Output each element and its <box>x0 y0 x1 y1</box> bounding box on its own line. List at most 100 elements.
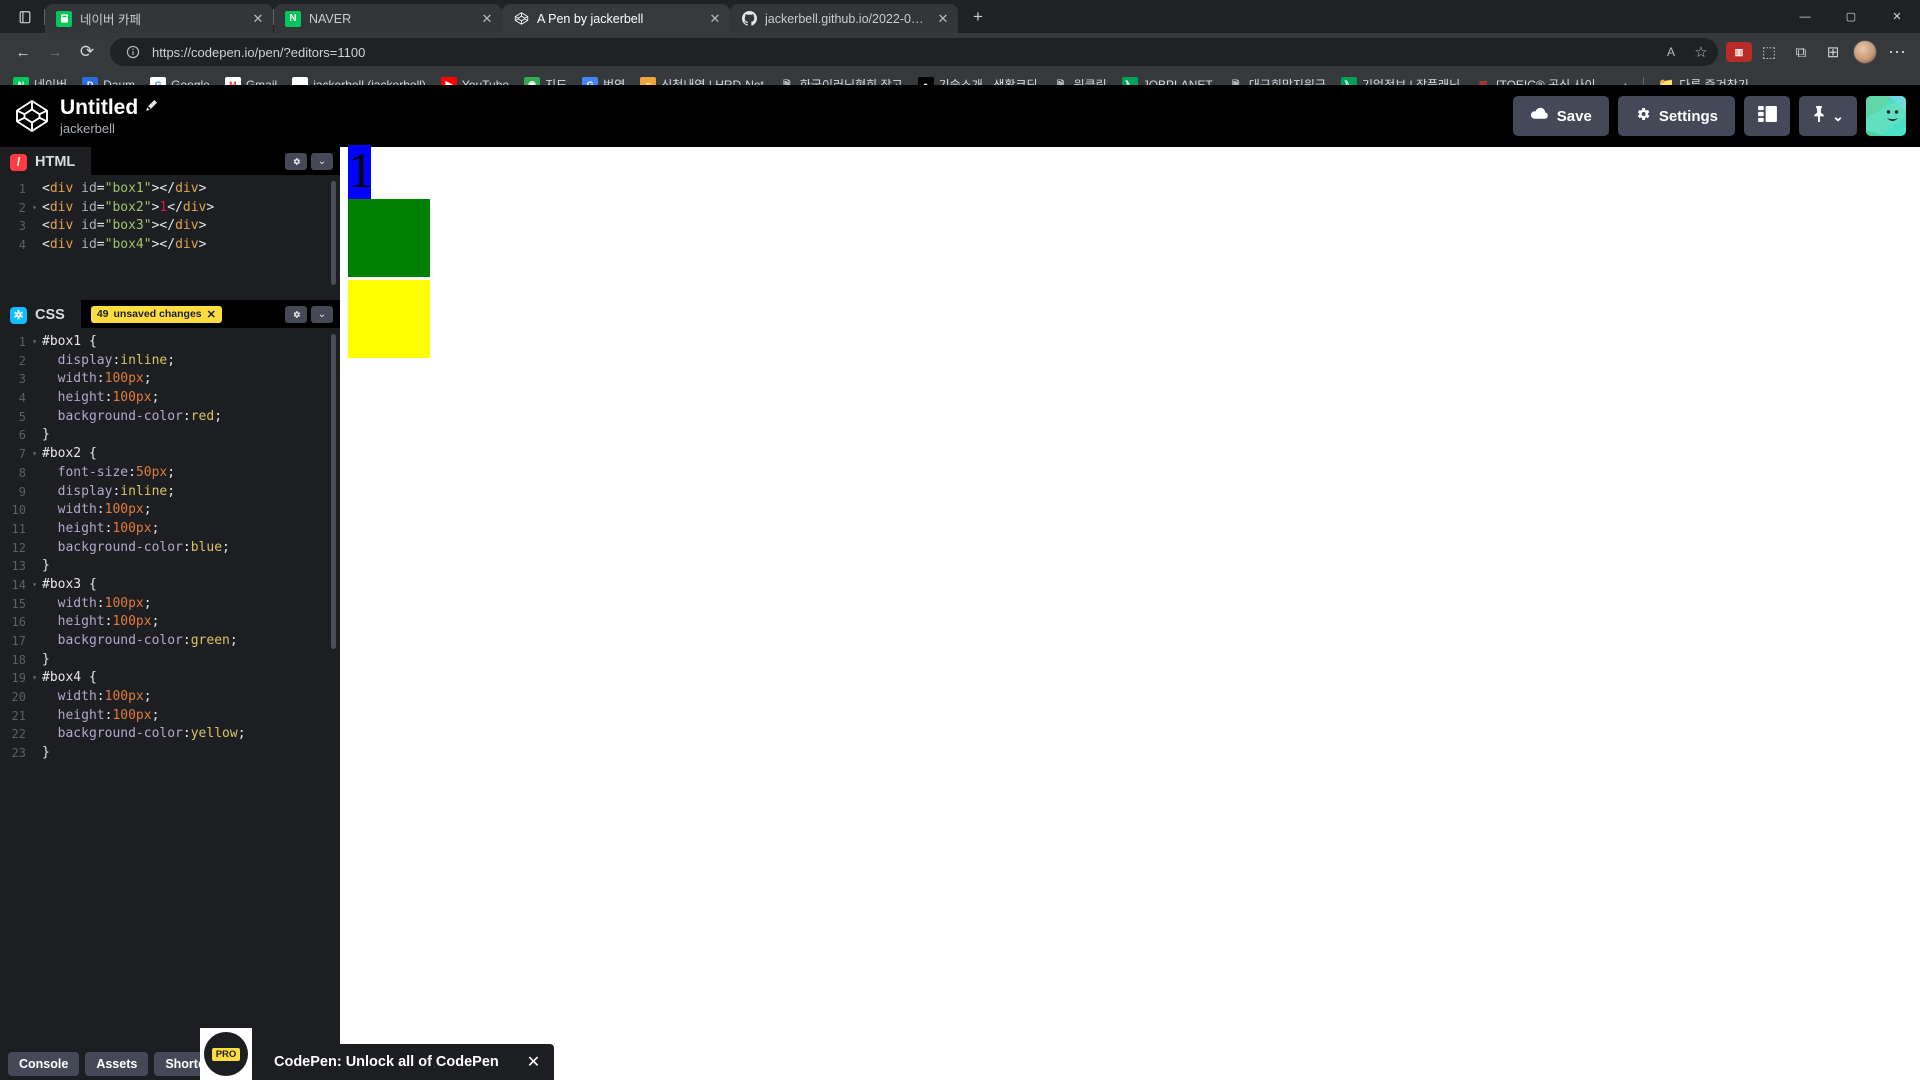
code-line[interactable]: 19 ▾ #box4 { <box>0 669 340 688</box>
code-line[interactable]: 7 ▾ #box2 { <box>0 445 340 464</box>
code-line[interactable]: 5 background-color:red; <box>0 408 340 427</box>
close-icon[interactable]: ✕ <box>207 308 216 321</box>
code-text: #box4 { <box>42 670 97 686</box>
address-bar[interactable]: https://codepen.io/pen/?editors=1100 A ☆ <box>110 38 1718 66</box>
fold-toggle-icon[interactable]: ▾ <box>30 669 39 688</box>
code-text: <div id="box3"></div> <box>42 218 207 234</box>
code-line[interactable]: 15 width:100px; <box>0 595 340 614</box>
line-number: 16 <box>11 615 26 630</box>
line-number: 11 <box>11 521 26 536</box>
forward-icon[interactable]: → <box>40 37 70 67</box>
console-button[interactable]: Console <box>8 1051 80 1076</box>
chevron-down-icon[interactable]: ⌄ <box>311 305 333 323</box>
code-line[interactable]: 17 background-color:green; <box>0 632 340 651</box>
close-icon[interactable]: ✕ <box>706 10 724 28</box>
tab-html[interactable]: / HTML <box>0 147 92 175</box>
assets-button[interactable]: Assets <box>85 1051 149 1076</box>
window-close-button[interactable]: ✕ <box>1874 0 1920 33</box>
code-line[interactable]: 3 <div id="box3"></div> <box>0 217 340 236</box>
chevron-down-icon[interactable]: ⌄ <box>311 152 333 170</box>
gear-icon[interactable] <box>285 152 307 170</box>
browser-tab-codepen[interactable]: A Pen by jackerbell ✕ <box>502 4 730 33</box>
code-text: height:100px; <box>57 614 160 630</box>
code-line[interactable]: 3 width:100px; <box>0 370 340 389</box>
reload-icon[interactable]: ⟳ <box>72 37 102 67</box>
split-screen-icon[interactable]: ⧉ <box>1786 37 1816 67</box>
pro-promo-banner[interactable]: PRO CodePen: Unlock all of CodePen ✕ <box>200 1028 555 1080</box>
close-icon[interactable]: ✕ <box>478 10 496 28</box>
fold-toggle-icon[interactable]: ▾ <box>30 576 39 595</box>
collections-icon[interactable]: ⊞ <box>1818 37 1848 67</box>
url-text: https://codepen.io/pen/?editors=1100 <box>152 44 366 60</box>
close-icon[interactable]: ✕ <box>249 10 267 28</box>
css-code-editor[interactable]: 1 ▾ #box1 {2 display:inline; 3 width:100px;… <box>0 328 340 1047</box>
browser-tab-github-io[interactable]: jackerbell.github.io/2022-04-20-… ✕ <box>730 4 958 33</box>
code-line[interactable]: 2 display:inline; <box>0 352 340 371</box>
pen-author[interactable]: jackerbell <box>60 121 158 136</box>
code-line[interactable]: 4 <div id="box4"></div> <box>0 236 340 255</box>
profile-avatar[interactable] <box>1850 37 1880 67</box>
code-line[interactable]: 1 <div id="box1"></div> <box>0 180 340 199</box>
pin-menu-button[interactable]: ⌄ <box>1799 96 1857 136</box>
codepen-logo-icon[interactable] <box>14 98 50 134</box>
html-code-editor[interactable]: 1 <div id="box1"></div> 2 ▾ <div id="box2">1… <box>0 175 340 300</box>
code-line[interactable]: 8 font-size:50px; <box>0 464 340 483</box>
back-icon[interactable]: ← <box>8 37 38 67</box>
settings-button[interactable]: Settings <box>1617 96 1735 136</box>
html-scrollbar[interactable] <box>331 181 336 285</box>
code-line[interactable]: 11 height:100px; <box>0 520 340 539</box>
browser-tab-naver-cafe[interactable]: 네이버 카페 ✕ <box>45 4 273 33</box>
tab-css[interactable]: ✲ CSS <box>0 300 81 328</box>
browser-tab-naver[interactable]: N NAVER ✕ <box>274 4 502 33</box>
pin-icon <box>1812 106 1826 126</box>
favorite-star-icon[interactable]: ☆ <box>1690 41 1712 63</box>
read-aloud-icon[interactable]: A <box>1660 41 1682 63</box>
promo-text: CodePen: Unlock all of CodePen <box>274 1054 499 1070</box>
user-avatar[interactable] <box>1866 96 1906 136</box>
pencil-icon[interactable] <box>145 99 158 115</box>
css-pane: ✲ CSS 49 unsaved changes ✕ ⌄ 1 ▾ #box1 {… <box>0 300 340 1047</box>
code-text: background-color:green; <box>57 633 238 648</box>
close-icon[interactable]: ✕ <box>527 1052 554 1072</box>
code-line[interactable]: 16 height:100px; <box>0 613 340 632</box>
code-line[interactable]: 6} <box>0 426 340 445</box>
code-line[interactable]: 21 height:100px; <box>0 707 340 726</box>
code-line[interactable]: 14 ▾ #box3 { <box>0 576 340 595</box>
minimize-button[interactable]: — <box>1782 0 1828 33</box>
code-line[interactable]: 1 ▾ #box1 { <box>0 333 340 352</box>
code-line[interactable]: 20 width:100px; <box>0 688 340 707</box>
code-line[interactable]: 4 height:100px; <box>0 389 340 408</box>
preview-pane[interactable]: 1 <box>340 145 1920 1080</box>
fold-toggle-icon[interactable]: ▾ <box>30 445 39 464</box>
layout-icon <box>1757 106 1777 126</box>
code-line[interactable]: 2 ▾ <div id="box2">1</div> <box>0 199 340 218</box>
tab-title: NAVER <box>309 11 352 26</box>
code-text: #box1 { <box>42 334 97 349</box>
extensions-icon[interactable]: ⬚ <box>1754 37 1784 67</box>
code-line[interactable]: 22 background-color:yellow; <box>0 725 340 744</box>
new-tab-button[interactable]: + <box>964 3 992 31</box>
browser-menu-icon[interactable]: ⋯ <box>1882 37 1912 67</box>
close-icon[interactable]: ✕ <box>934 10 952 28</box>
pro-label: PRO <box>211 1047 241 1061</box>
code-line[interactable]: 18} <box>0 651 340 670</box>
line-number: 20 <box>11 690 26 705</box>
fold-toggle-icon[interactable]: ▾ <box>30 333 39 352</box>
save-button[interactable]: Save <box>1512 96 1609 136</box>
pen-title[interactable]: Untitled <box>60 96 158 119</box>
tab-search-icon[interactable] <box>6 0 44 33</box>
browser-essentials-icon[interactable]: ▥ <box>1726 42 1752 62</box>
code-line[interactable]: 13} <box>0 557 340 576</box>
maximize-button[interactable]: ▢ <box>1828 0 1874 33</box>
code-line[interactable]: 10 width:100px; <box>0 501 340 520</box>
css-scrollbar[interactable] <box>331 334 336 649</box>
site-info-icon[interactable] <box>122 41 144 63</box>
layout-toggle-button[interactable] <box>1744 96 1790 136</box>
code-line[interactable]: 23} <box>0 744 340 763</box>
code-line[interactable]: 12 background-color:blue; <box>0 539 340 558</box>
gear-icon[interactable] <box>285 305 307 323</box>
unsaved-changes-badge[interactable]: 49 unsaved changes ✕ <box>90 305 222 323</box>
code-line[interactable]: 9 display:inline; <box>0 483 340 502</box>
fold-toggle-icon[interactable]: ▾ <box>30 199 39 218</box>
line-number: 3 <box>18 219 26 234</box>
